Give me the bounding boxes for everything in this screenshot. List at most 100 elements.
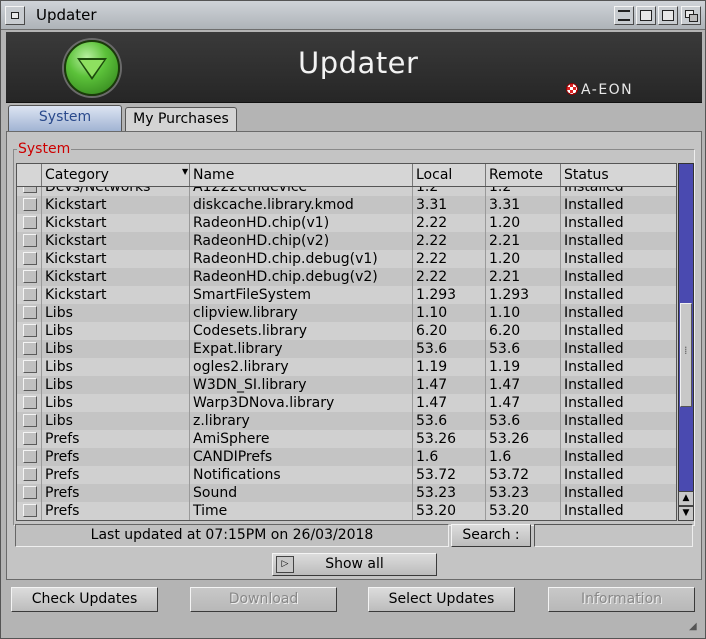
- table-row[interactable]: Libs z.library 53.6 53.6 Installed: [17, 412, 676, 430]
- row-checkbox[interactable]: [23, 342, 37, 355]
- status-cell: Installed: [564, 197, 624, 213]
- row-checkbox[interactable]: [23, 187, 37, 193]
- row-checkbox[interactable]: [23, 414, 37, 427]
- local-version-cell: 53.20: [413, 502, 486, 520]
- information-button[interactable]: Information: [548, 587, 695, 612]
- aeon-logo-icon: [566, 83, 578, 95]
- row-checkbox[interactable]: [23, 468, 37, 481]
- sort-descending-icon: ▼: [182, 167, 189, 176]
- column-header-status[interactable]: Status: [561, 164, 676, 186]
- row-checkbox[interactable]: [23, 450, 37, 463]
- check-updates-button[interactable]: Check Updates: [11, 587, 158, 612]
- table-row[interactable]: Kickstart RadeonHD.chip.debug(v1) 2.22 1.20…: [17, 250, 676, 268]
- title-bar[interactable]: Updater: [1, 1, 705, 30]
- table-row[interactable]: Libs Expat.library 53.6 53.6 Installed: [17, 340, 676, 358]
- row-checkbox[interactable]: [23, 360, 37, 373]
- tab-system-label: System: [38, 109, 92, 125]
- status-cell: Installed: [564, 251, 624, 267]
- category-cell: Prefs: [42, 484, 190, 502]
- table-row[interactable]: Kickstart RadeonHD.chip(v1) 2.22 1.20 Instal…: [17, 214, 676, 232]
- column-header-select[interactable]: [17, 164, 42, 186]
- table-row[interactable]: Libs ogles2.library 1.19 1.19 Installed: [17, 358, 676, 376]
- status-cell: Installed: [564, 395, 624, 411]
- row-checkbox[interactable]: [23, 378, 37, 391]
- remote-version-cell: 1.20: [486, 214, 561, 232]
- status-cell: Installed: [564, 233, 624, 249]
- table-row[interactable]: Kickstart RadeonHD.chip.debug(v2) 2.22 2.21…: [17, 268, 676, 286]
- column-header-remote[interactable]: Remote: [486, 164, 561, 186]
- table-row[interactable]: Kickstart SmartFileSystem 1.293 1.293 Instal…: [17, 286, 676, 304]
- remote-version-cell: 53.20: [486, 502, 561, 520]
- tab-my-purchases[interactable]: My Purchases: [125, 107, 237, 132]
- row-checkbox[interactable]: [23, 504, 37, 517]
- name-cell: Time: [190, 502, 413, 520]
- column-header-category[interactable]: Category: [42, 164, 190, 186]
- table-row[interactable]: Devs/Networks A1222ethdevice 1.2 1.2 Install…: [17, 187, 676, 196]
- table-row[interactable]: Kickstart RadeonHD.chip(v2) 2.22 2.21 Instal…: [17, 232, 676, 250]
- search-button[interactable]: Search :: [451, 524, 531, 547]
- remote-version-cell: 53.6: [486, 340, 561, 358]
- name-cell: AmiSphere: [190, 430, 413, 448]
- row-checkbox[interactable]: [23, 324, 37, 337]
- row-checkbox[interactable]: [23, 234, 37, 247]
- row-select-cell: [17, 394, 42, 412]
- resize-grip-icon[interactable]: ◢: [689, 621, 703, 635]
- row-checkbox[interactable]: [23, 198, 37, 211]
- vertical-scrollbar[interactable]: [678, 163, 694, 521]
- row-checkbox[interactable]: [23, 306, 37, 319]
- table-row[interactable]: Libs Codesets.library 6.20 6.20 Installed: [17, 322, 676, 340]
- arrow-up-icon: ▲: [682, 493, 690, 503]
- table-row[interactable]: Libs Warp3DNova.library 1.47 1.47 Installed: [17, 394, 676, 412]
- status-cell: Installed: [564, 323, 624, 339]
- row-checkbox[interactable]: [23, 288, 37, 301]
- table-row[interactable]: Prefs Time 53.20 53.20 Installed: [17, 502, 676, 520]
- row-checkbox[interactable]: [23, 396, 37, 409]
- row-checkbox[interactable]: [23, 486, 37, 499]
- tab-system[interactable]: System: [8, 105, 122, 132]
- search-input[interactable]: [534, 524, 693, 547]
- remote-version-cell: 2.21: [486, 232, 561, 250]
- iconify-button[interactable]: [614, 6, 634, 25]
- table-row[interactable]: Libs clipview.library 1.10 1.10 Installed: [17, 304, 676, 322]
- column-header-local[interactable]: Local: [413, 164, 486, 186]
- row-checkbox[interactable]: [23, 216, 37, 229]
- table-row[interactable]: Prefs Sound 53.23 53.23 Installed: [17, 484, 676, 502]
- status-cell: Installed: [564, 377, 624, 393]
- snapshot-button[interactable]: [658, 6, 678, 25]
- row-select-cell: [17, 340, 42, 358]
- table-row[interactable]: Prefs AmiSphere 53.26 53.26 Installed: [17, 430, 676, 448]
- scrollbar-knob[interactable]: [680, 303, 692, 407]
- zoom-button[interactable]: [636, 6, 656, 25]
- table-body[interactable]: Devs/Networks A1222ethdevice 1.2 1.2 Install…: [17, 187, 676, 520]
- row-checkbox[interactable]: [23, 252, 37, 265]
- status-cell: Installed: [564, 287, 624, 303]
- table-row[interactable]: Prefs CANDIPrefs 1.6 1.6 Installed: [17, 448, 676, 466]
- remote-version-cell: 1.47: [486, 376, 561, 394]
- category-cell: Prefs: [42, 502, 190, 520]
- category-cell: Kickstart: [42, 250, 190, 268]
- show-all-button[interactable]: ▷ Show all: [272, 553, 437, 576]
- name-cell: RadeonHD.chip(v1): [190, 214, 413, 232]
- scroll-up-button[interactable]: ▲: [678, 491, 694, 506]
- table-row[interactable]: Kickstart diskcache.library.kmod 3.31 3.31 I…: [17, 196, 676, 214]
- table-row[interactable]: Prefs Notifications 53.72 53.72 Installed: [17, 466, 676, 484]
- scroll-down-button[interactable]: ▼: [678, 506, 694, 521]
- select-updates-button[interactable]: Select Updates: [368, 587, 515, 612]
- column-header-name[interactable]: Name: [190, 164, 413, 186]
- remote-version-cell: 1.20: [486, 250, 561, 268]
- local-version-cell: 1.47: [413, 394, 486, 412]
- row-checkbox[interactable]: [23, 270, 37, 283]
- table-row[interactable]: Libs W3DN_SI.library 1.47 1.47 Installed: [17, 376, 676, 394]
- play-icon: ▷: [276, 556, 294, 573]
- status-cell: Installed: [564, 431, 624, 447]
- row-checkbox[interactable]: [23, 432, 37, 445]
- close-button[interactable]: [5, 6, 25, 25]
- remote-version-cell: 1.6: [486, 448, 561, 466]
- category-cell: Kickstart: [42, 196, 190, 214]
- system-panel: System Category ▼ Name Local Remote Stat…: [6, 131, 702, 580]
- local-version-cell: 3.31: [413, 196, 486, 214]
- download-button[interactable]: Download: [190, 587, 337, 612]
- name-cell: clipview.library: [190, 304, 413, 322]
- status-cell: Installed: [564, 305, 624, 321]
- depth-button[interactable]: [681, 6, 701, 25]
